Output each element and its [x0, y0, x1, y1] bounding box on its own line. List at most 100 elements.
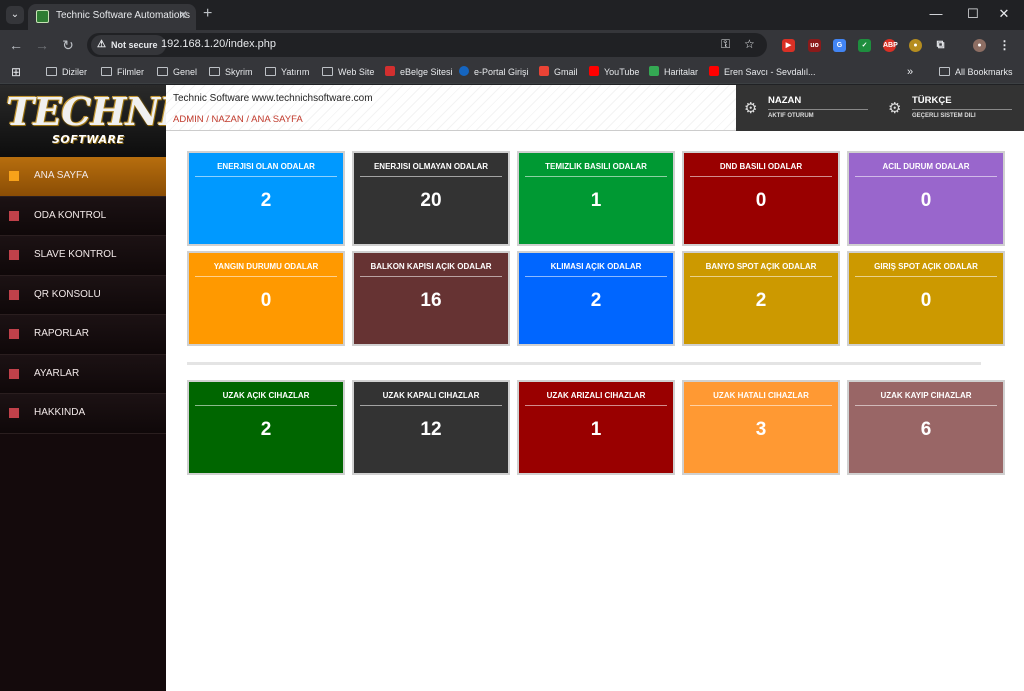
- bookmark-folder[interactable]: Diziler: [46, 65, 87, 79]
- bookmark-folder[interactable]: Skyrim: [209, 65, 253, 79]
- bookmark-link[interactable]: Haritalar: [649, 65, 698, 79]
- card-divider: [360, 276, 502, 277]
- extension-icon[interactable]: uo: [808, 39, 821, 52]
- menu-bullet-icon: [9, 250, 19, 260]
- gear-icon[interactable]: ⚙: [888, 99, 901, 117]
- eportal-icon: [459, 66, 469, 76]
- language-name[interactable]: TÜRKÇE: [912, 95, 952, 106]
- status-card[interactable]: DND BASILI ODALAR 0: [682, 151, 840, 246]
- more-bookmarks-icon[interactable]: »: [907, 65, 913, 79]
- status-card[interactable]: YANGIN DURUMU ODALAR 0: [187, 251, 345, 346]
- status-card[interactable]: UZAK ARIZALI CIHAZLAR 1: [517, 380, 675, 475]
- card-title: DND BASILI ODALAR: [719, 162, 803, 171]
- shield-icon[interactable]: ✓: [858, 39, 871, 52]
- tab-close-icon[interactable]: ✕: [178, 8, 188, 22]
- status-card[interactable]: ENERJISI OLAN ODALAR 2: [187, 151, 345, 246]
- sidebar-item-ayarlar[interactable]: AYARLAR: [0, 354, 166, 394]
- divider: [912, 109, 1012, 110]
- reload-icon[interactable]: ↻: [59, 37, 77, 54]
- forward-icon[interactable]: →: [33, 37, 51, 53]
- url-text[interactable]: 192.168.1.20/index.php: [161, 38, 276, 50]
- new-tab-icon[interactable]: +: [203, 5, 212, 23]
- tab-favicon-icon: [36, 10, 49, 23]
- status-card[interactable]: BALKON KAPISI AÇIK ODALAR 16: [352, 251, 510, 346]
- card-title: UZAK HATALI CIHAZLAR: [713, 391, 809, 400]
- back-icon[interactable]: ←: [7, 37, 25, 53]
- sidebar-item-slave-kontrol[interactable]: SLAVE KONTROL: [0, 236, 166, 276]
- card-divider: [360, 176, 502, 177]
- menu-dots-icon[interactable]: ⋮: [998, 39, 1011, 52]
- card-title: KLIMASI AÇIK ODALAR: [550, 262, 642, 271]
- technic-logo[interactable]: TECHNIC SOFTWARE: [0, 85, 166, 157]
- bookmark-link[interactable]: Gmail: [539, 65, 578, 79]
- tab-search-icon[interactable]: ⌄: [6, 6, 24, 24]
- active-user-name[interactable]: NAZAN: [768, 95, 801, 106]
- card-title: ACIL DURUM ODALAR: [882, 162, 970, 171]
- bookmark-folder[interactable]: Yatırım: [265, 65, 309, 79]
- folder-icon: [209, 67, 220, 76]
- folder-icon: [265, 67, 276, 76]
- bookmark-folder[interactable]: Genel: [157, 65, 197, 79]
- status-card[interactable]: TEMIZLIK BASILI ODALAR 1: [517, 151, 675, 246]
- sidebar-item-hakkinda[interactable]: HAKKINDA: [0, 394, 166, 434]
- menu-bullet-icon: [9, 408, 19, 418]
- youtube-icon: [709, 66, 719, 76]
- gear-icon[interactable]: ⚙: [744, 99, 757, 117]
- password-key-icon[interactable]: ⚿: [721, 37, 730, 52]
- bookmark-folder[interactable]: Filmler: [101, 65, 144, 79]
- card-title: GIRIŞ SPOT AÇIK ODALAR: [874, 262, 978, 271]
- youtube-icon: [589, 66, 599, 76]
- folder-icon: [157, 67, 168, 76]
- not-secure-badge[interactable]: ⚠ Not secure: [91, 35, 166, 55]
- tab-title: Technic Software Automations: [56, 10, 190, 21]
- bookmark-star-icon[interactable]: ☆: [744, 37, 755, 51]
- status-card[interactable]: UZAK AÇIK CIHAZLAR 2: [187, 380, 345, 475]
- gmail-icon: [539, 66, 549, 76]
- card-divider: [195, 176, 337, 177]
- apps-grid-icon[interactable]: ⊞: [11, 65, 21, 79]
- system-language-label: GEÇERLI SISTEM DILI: [912, 113, 976, 119]
- browser-tab[interactable]: Technic Software Automations ✕: [28, 4, 196, 30]
- minimize-icon[interactable]: —: [926, 6, 946, 21]
- card-value: 0: [260, 290, 272, 311]
- status-card[interactable]: GIRIŞ SPOT AÇIK ODALAR 0: [847, 251, 1005, 346]
- card-title: YANGIN DURUMU ODALAR: [213, 262, 319, 271]
- extension-icon[interactable]: ●: [909, 39, 922, 52]
- bookmark-folder[interactable]: Web Site: [322, 65, 374, 79]
- logo-main-text: TECHNIC: [6, 89, 166, 134]
- status-card[interactable]: UZAK KAPALI CIHAZLAR 12: [352, 380, 510, 475]
- sidebar-item-qr-konsolu[interactable]: QR KONSOLU: [0, 275, 166, 315]
- address-bar[interactable]: ⚠ Not secure 192.168.1.20/index.php ⚿ ☆: [87, 33, 767, 57]
- bookmark-link[interactable]: YouTube: [589, 65, 639, 79]
- browser-toolbar: ← → ↻ ⚠ Not secure 192.168.1.20/index.ph…: [0, 30, 1024, 60]
- status-card[interactable]: ENERJISI OLMAYAN ODALAR 20: [352, 151, 510, 246]
- bookmarks-bar: ⊞ Diziler Filmler Genel Skyrim Yatırım W…: [0, 60, 1024, 84]
- menu-bullet-icon: [9, 210, 19, 221]
- status-card[interactable]: ACIL DURUM ODALAR 0: [847, 151, 1005, 246]
- logo-sub-text: SOFTWARE: [52, 133, 125, 146]
- card-title: TEMIZLIK BASILI ODALAR: [545, 162, 647, 171]
- bookmark-link[interactable]: e-Portal Girişi: [459, 65, 529, 79]
- all-bookmarks[interactable]: All Bookmarks: [939, 65, 1013, 79]
- status-card[interactable]: UZAK HATALI CIHAZLAR 3: [682, 380, 840, 475]
- sidebar-item-raporlar[interactable]: RAPORLAR: [0, 315, 166, 355]
- sidebar-item-oda-kontrol[interactable]: ODA KONTROL: [0, 196, 166, 236]
- status-card[interactable]: UZAK KAYIP CIHAZLAR 6: [847, 380, 1005, 475]
- translate-icon[interactable]: G: [833, 39, 846, 52]
- bookmark-link[interactable]: eBelge Sitesi: [385, 65, 453, 79]
- card-value: 1: [590, 419, 602, 440]
- maximize-icon[interactable]: ☐: [963, 6, 983, 22]
- ebelge-icon: [385, 66, 395, 76]
- menu-bullet-icon: [9, 368, 19, 379]
- status-card[interactable]: BANYO SPOT AÇIK ODALAR 2: [682, 251, 840, 346]
- sidebar-item-ana-sayfa[interactable]: ANA SAYFA: [0, 157, 166, 197]
- status-card[interactable]: KLIMASI AÇIK ODALAR 2: [517, 251, 675, 346]
- extension-icon[interactable]: ▶: [782, 39, 795, 52]
- extensions-puzzle-icon[interactable]: ⧉: [934, 39, 947, 52]
- card-divider: [690, 176, 832, 177]
- profile-avatar-icon[interactable]: ●: [973, 39, 986, 52]
- bookmark-link[interactable]: Eren Savcı - Sevdalıl...: [709, 65, 816, 79]
- sidebar-item-label: QR KONSOLU: [34, 288, 101, 300]
- adblock-icon[interactable]: ABP: [883, 39, 898, 52]
- window-close-icon[interactable]: ✕: [994, 6, 1014, 22]
